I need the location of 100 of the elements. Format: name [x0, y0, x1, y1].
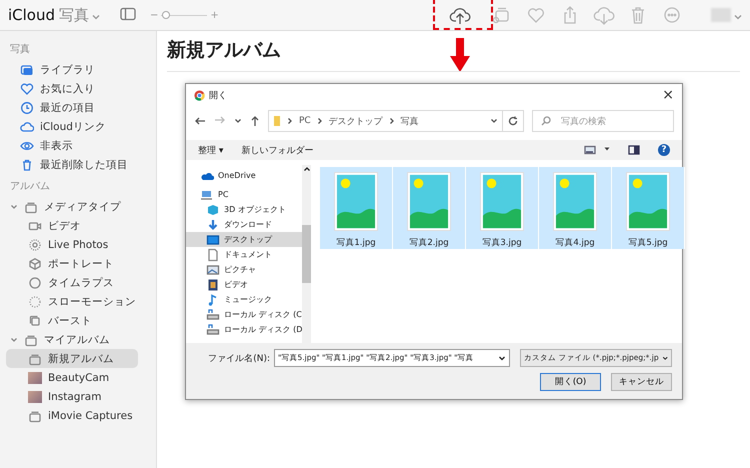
cloud-icon — [20, 120, 34, 134]
up-arrow-icon[interactable] — [250, 115, 260, 127]
image-file-icon — [625, 172, 671, 231]
image-file-icon — [333, 172, 379, 231]
album-thumbnail — [28, 390, 42, 402]
annotation-arrow — [449, 38, 471, 72]
nav-item[interactable]: ドキュメント — [186, 247, 302, 262]
nav-item[interactable]: 3D オブジェクト — [186, 202, 302, 217]
sidebar-item[interactable]: 最近の項目 — [6, 98, 138, 117]
dotted-circle-icon — [28, 294, 42, 308]
sidebar-item[interactable]: マイアルバム — [6, 330, 138, 349]
monitor-icon — [206, 232, 220, 246]
image-file-icon — [406, 172, 452, 231]
cube-icon — [28, 256, 42, 270]
app-name: iCloud — [8, 6, 56, 24]
sidebar-item[interactable]: ライブラリ — [6, 60, 138, 79]
file-item[interactable]: 写真2.jpg — [393, 167, 466, 249]
chevron-right-icon — [388, 116, 395, 126]
nav-item[interactable]: ピクチャ — [186, 262, 302, 277]
chevron-up-icon — [302, 165, 311, 173]
section-heading: アルバム — [9, 180, 51, 194]
file-item[interactable]: 写真1.jpg — [320, 167, 393, 249]
scrollbar[interactable] — [302, 165, 312, 343]
highlight-frame — [433, 0, 493, 30]
forward-arrow-icon[interactable] — [214, 114, 226, 124]
sidebar-item[interactable]: 非表示 — [6, 136, 138, 155]
album-stack-icon — [28, 408, 42, 422]
trash-icon — [20, 158, 34, 172]
sidebar-toggle-icon[interactable] — [120, 6, 136, 20]
album-stack-icon — [24, 332, 38, 346]
cube-icon — [206, 202, 220, 216]
album-thumbnail — [28, 372, 42, 384]
open-button[interactable]: 開く(O) — [540, 373, 601, 391]
sidebar-item[interactable]: 新規アルバム — [6, 349, 138, 368]
chevron-right-icon — [287, 116, 293, 126]
refresh-icon — [508, 116, 518, 126]
nav-item[interactable]: ローカル ディスク (C — [186, 307, 302, 322]
nav-item[interactable]: PC — [186, 187, 302, 202]
breadcrumb-item[interactable]: PC — [299, 116, 311, 126]
file-item[interactable]: 写真4.jpg — [539, 167, 612, 249]
nav-item[interactable]: デスクトップ — [186, 232, 302, 247]
down-arrow-icon — [206, 218, 220, 232]
sidebar-item[interactable]: バースト — [6, 311, 138, 330]
sidebar-item[interactable]: お気に入り — [6, 79, 138, 98]
sidebar-item[interactable]: タイムラプス — [6, 273, 138, 292]
album-stack-icon — [24, 200, 38, 214]
nav-item[interactable]: ミュージック — [186, 292, 302, 307]
image-file-icon — [552, 172, 598, 231]
picture-icon — [206, 262, 220, 276]
nav-item[interactable]: OneDrive — [186, 168, 302, 183]
sidebar-item[interactable]: iCloudリンク — [6, 117, 138, 136]
close-button[interactable]: × — [662, 88, 674, 102]
album-stack-icon — [28, 352, 42, 366]
folder-icon — [273, 115, 281, 127]
view-options-icon[interactable] — [584, 145, 598, 155]
document-icon — [206, 248, 220, 262]
sidebar-item[interactable]: Instagram — [6, 387, 138, 406]
film-icon — [206, 278, 220, 292]
album-title: 新規アルバム — [167, 37, 740, 72]
nav-item[interactable]: ダウンロード — [186, 217, 302, 232]
clock-icon — [20, 100, 34, 114]
search-icon — [541, 116, 551, 126]
new-folder-button[interactable]: 新しいフォルダー — [241, 144, 314, 156]
back-arrow-icon[interactable] — [194, 116, 206, 126]
image-file-icon — [479, 172, 525, 231]
chevron-down-icon — [498, 354, 506, 362]
sidebar-item[interactable]: ポートレート — [6, 254, 138, 273]
help-button[interactable]: ? — [658, 144, 670, 156]
photos-icon — [20, 62, 34, 76]
address-bar[interactable]: PC デスクトップ 写真 — [268, 110, 503, 132]
sidebar-item[interactable]: BeautyCam — [6, 368, 138, 387]
chevron-down-icon — [662, 354, 668, 362]
section-heading: 写真 — [9, 42, 31, 57]
sidebar-item[interactable]: 最近削除した項目 — [6, 155, 138, 174]
breadcrumb-item[interactable]: デスクトップ — [328, 114, 383, 128]
filename-label: ファイル名(N): — [208, 352, 270, 364]
dialog-title: 開く — [209, 90, 228, 102]
cloud-download-icon[interactable] — [593, 4, 615, 26]
chevron-right-icon — [316, 116, 323, 126]
file-item[interactable]: 写真3.jpg — [466, 167, 539, 249]
caret-icon[interactable] — [604, 146, 610, 152]
cancel-button[interactable]: キャンセル — [611, 373, 672, 391]
nav-item[interactable]: ビデオ — [186, 277, 302, 292]
nav-item[interactable]: ローカル ディスク (D — [186, 322, 302, 337]
sidebar-item[interactable]: スローモーション — [6, 292, 138, 311]
drive-icon — [206, 308, 220, 322]
drive-icon — [206, 322, 220, 336]
sidebar-item[interactable]: メディアタイプ — [6, 197, 138, 216]
refresh-button[interactable] — [502, 110, 524, 132]
organize-menu[interactable]: 整理 ▾ — [198, 144, 224, 156]
sidebar-item[interactable]: Live Photos — [6, 235, 138, 254]
preview-pane-icon[interactable] — [628, 145, 640, 155]
file-item[interactable]: 写真5.jpg — [612, 167, 685, 249]
sidebar-item[interactable]: iMovie Captures — [6, 406, 138, 425]
slider-thumb[interactable] — [162, 10, 170, 18]
heart-icon — [20, 82, 34, 96]
sidebar-item[interactable]: ビデオ — [6, 216, 138, 235]
burst-icon — [28, 314, 42, 328]
breadcrumb-item[interactable]: 写真 — [400, 114, 419, 128]
circle-icon — [28, 276, 42, 290]
